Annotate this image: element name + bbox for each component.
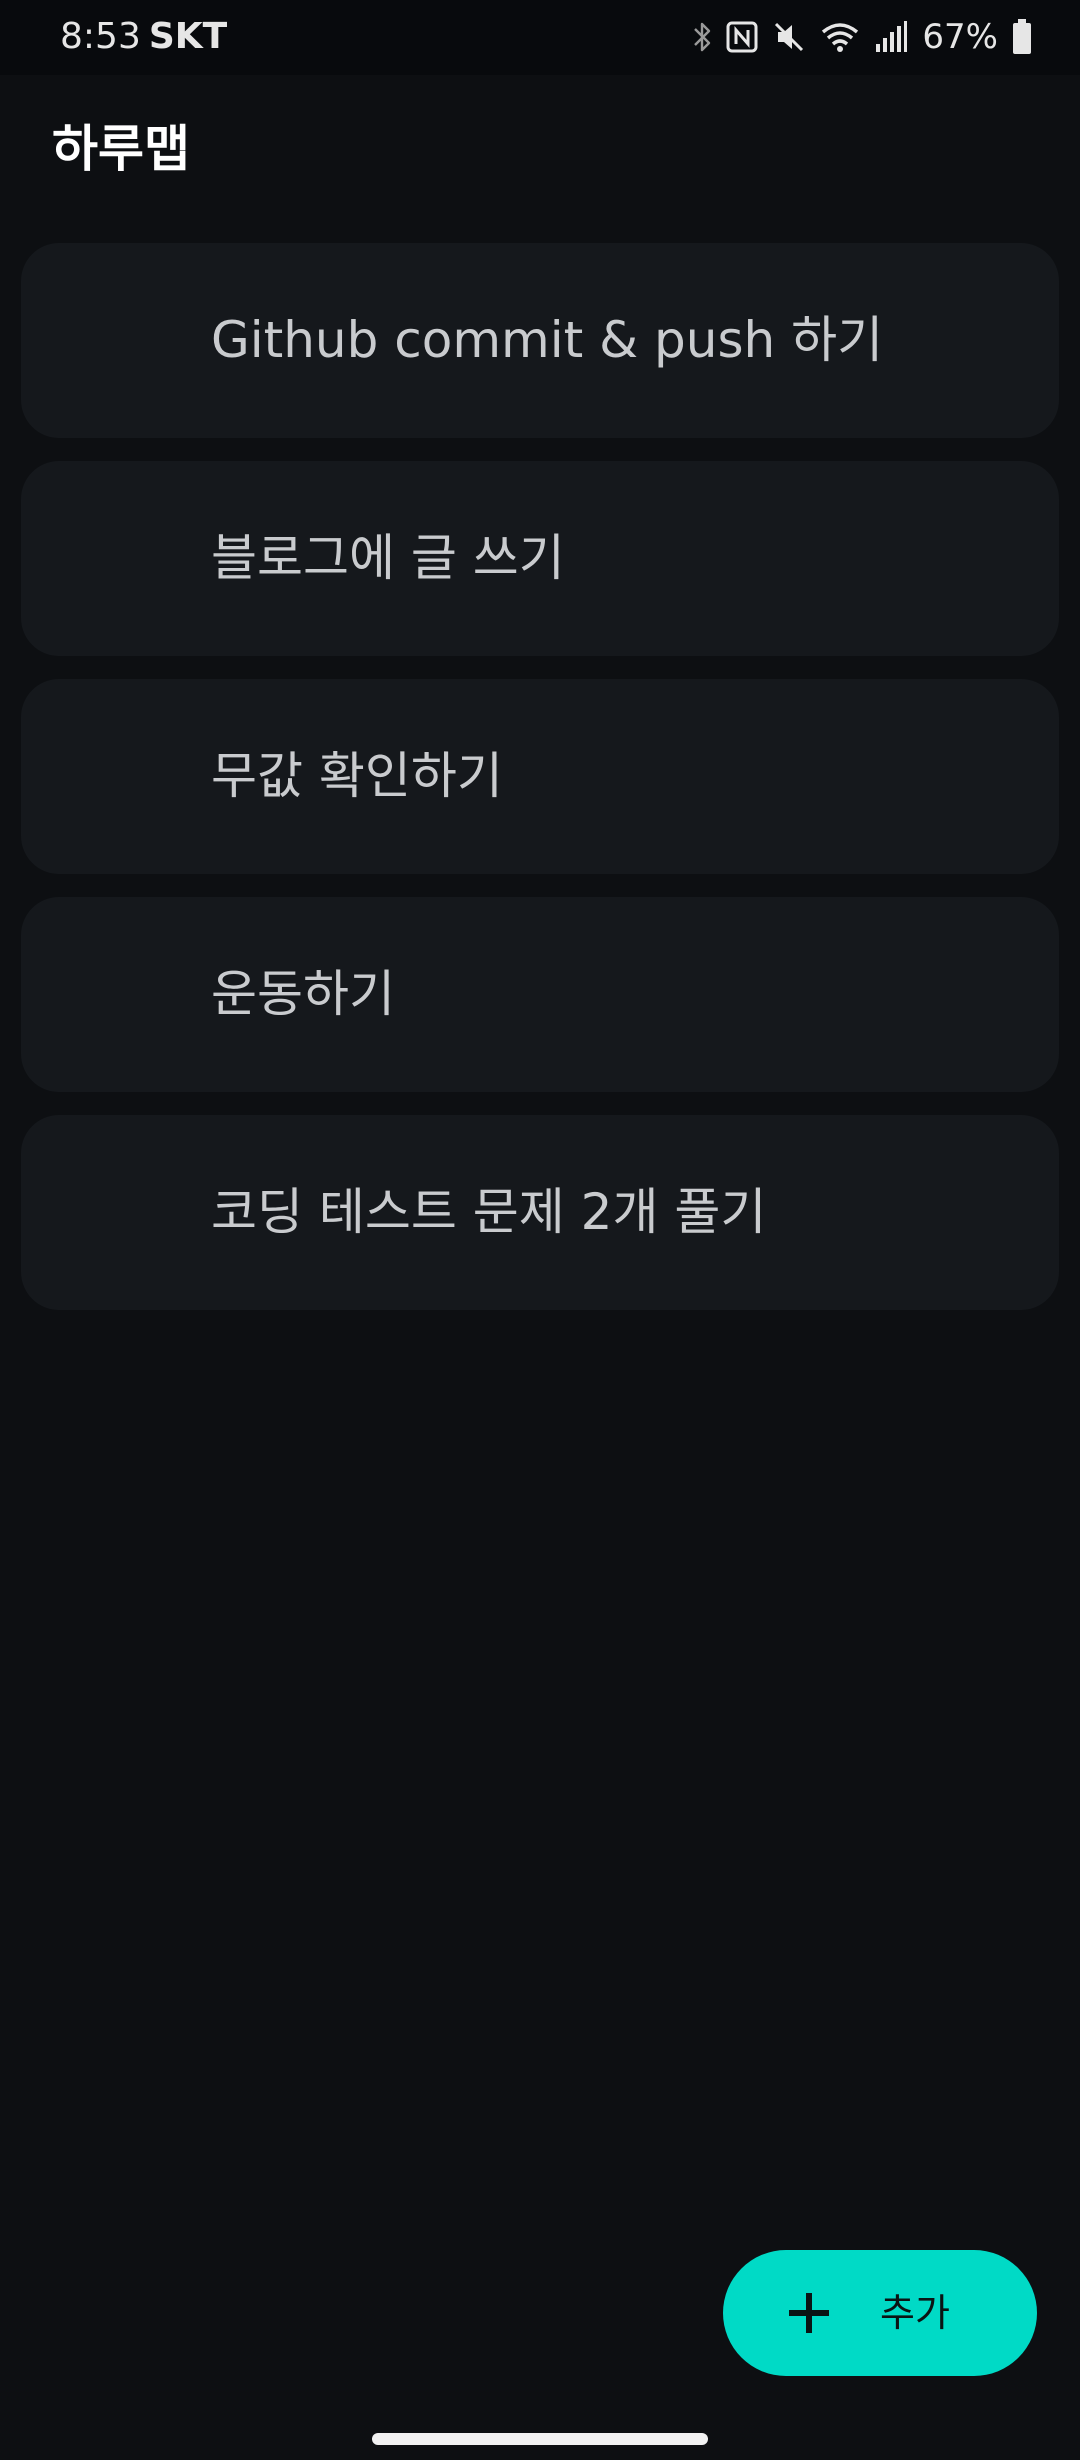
signal-icon bbox=[876, 21, 908, 52]
screen: 8:53 SKT 67% 하루맵 Github commit & push 하기… bbox=[0, 0, 1080, 2460]
task-item[interactable]: 무값 확인하기 bbox=[21, 679, 1059, 874]
task-label: 코딩 테스트 문제 2개 풀기 bbox=[211, 1183, 767, 1241]
task-item[interactable]: 블로그에 글 쓰기 bbox=[21, 461, 1059, 656]
bluetooth-icon bbox=[694, 22, 711, 52]
task-label: 운동하기 bbox=[211, 965, 395, 1023]
task-item[interactable]: Github commit & push 하기 bbox=[21, 243, 1059, 438]
status-time: 8:53 bbox=[60, 16, 141, 57]
battery-percentage: 67% bbox=[922, 17, 998, 57]
wifi-icon bbox=[822, 23, 859, 52]
task-item[interactable]: 코딩 테스트 문제 2개 풀기 bbox=[21, 1115, 1059, 1310]
battery-icon bbox=[1013, 19, 1031, 54]
nfc-icon bbox=[726, 21, 758, 53]
status-left: 8:53 SKT bbox=[60, 16, 227, 58]
page-title: 하루맵 bbox=[52, 120, 190, 178]
task-label: 블로그에 글 쓰기 bbox=[211, 529, 565, 587]
task-item[interactable]: 운동하기 bbox=[21, 897, 1059, 1092]
task-label: Github commit & push 하기 bbox=[211, 311, 884, 369]
status-bar: 8:53 SKT 67% bbox=[0, 0, 1080, 75]
add-task-label: 추가 bbox=[880, 2291, 950, 2335]
status-carrier: SKT bbox=[148, 16, 228, 57]
add-task-button[interactable]: 추가 bbox=[723, 2250, 1037, 2376]
task-list: Github commit & push 하기 블로그에 글 쓰기 무값 확인하… bbox=[21, 243, 1059, 1333]
plus-icon bbox=[789, 2293, 829, 2333]
mute-icon bbox=[775, 22, 804, 52]
status-icons: 67% bbox=[692, 14, 1032, 60]
gesture-navigation-bar[interactable] bbox=[372, 2433, 708, 2445]
task-label: 무값 확인하기 bbox=[211, 747, 503, 805]
